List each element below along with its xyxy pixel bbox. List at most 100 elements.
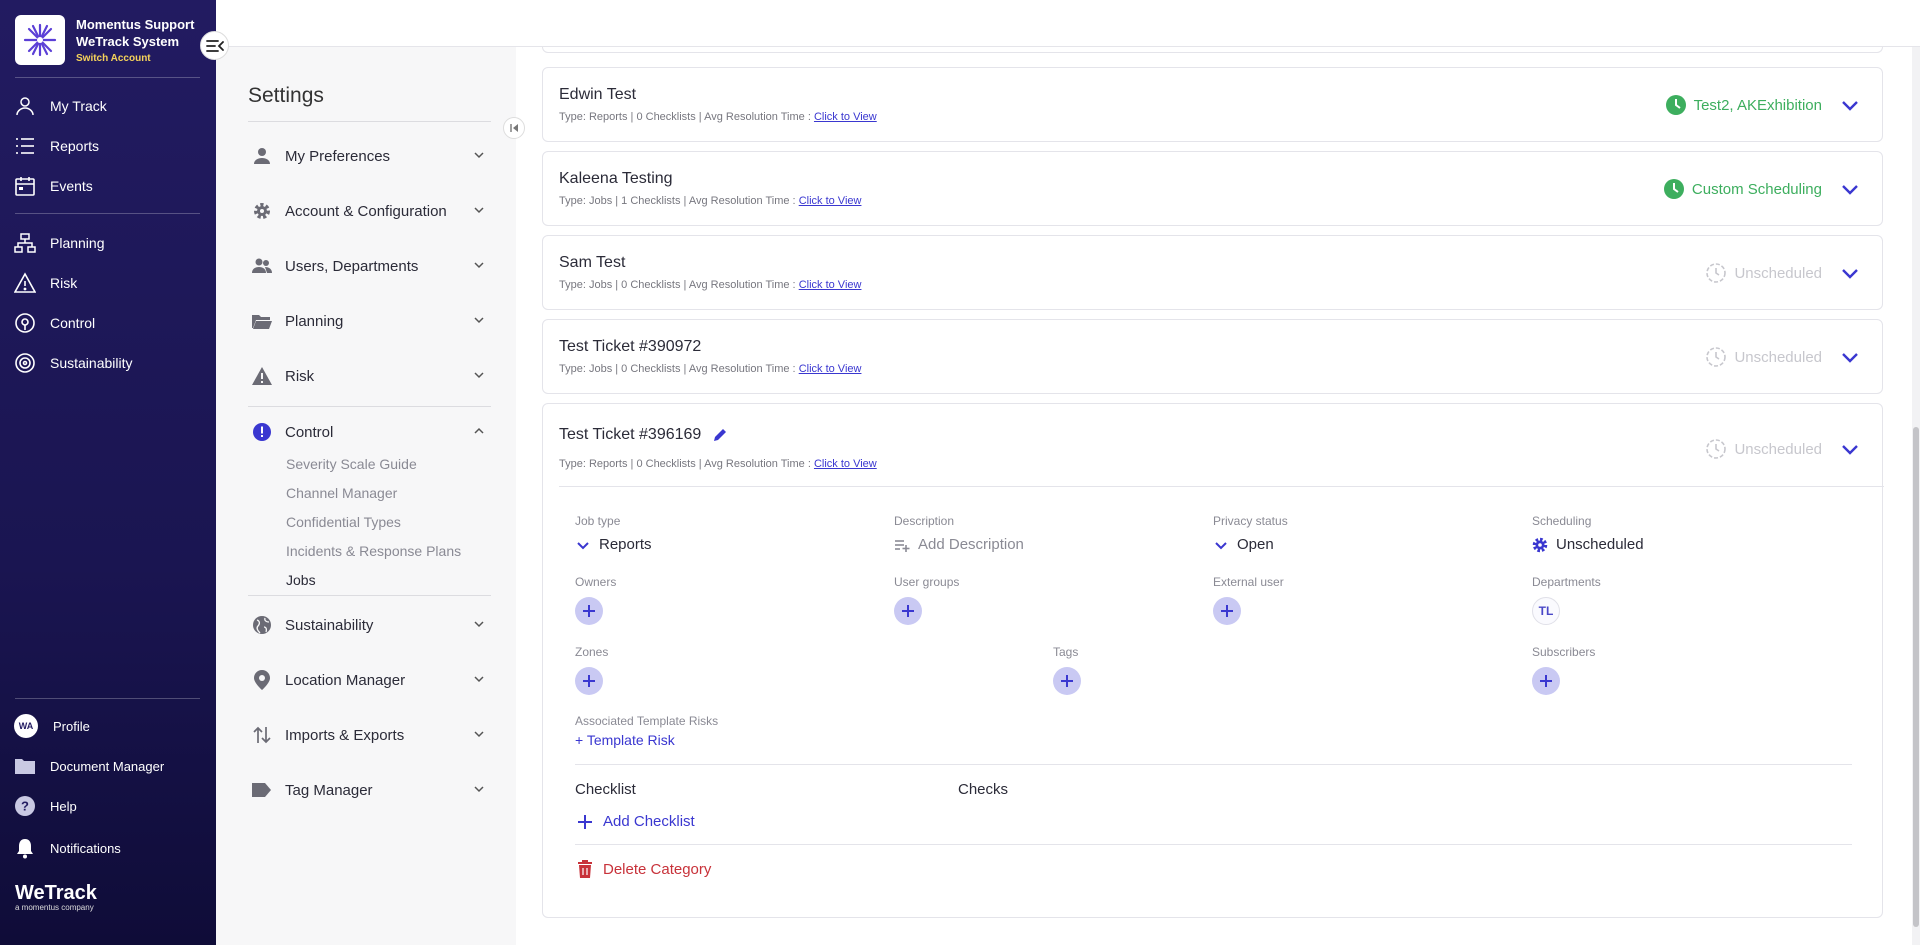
delete-category-button[interactable]: Delete Category	[577, 860, 711, 878]
nav-control[interactable]: Control	[14, 309, 95, 337]
scrollbar-thumb[interactable]	[1913, 427, 1919, 927]
settings-section-users-departments[interactable]: Users, Departments	[252, 252, 486, 280]
nav-label: Help	[50, 798, 77, 814]
folder-icon	[15, 759, 35, 774]
jobs-list: Edwin Test Type: Reports | 0 Checklists …	[516, 37, 1920, 945]
section-label: Sustainability	[285, 616, 374, 634]
nav-reports[interactable]: Reports	[14, 132, 99, 160]
settings-section-planning[interactable]: Planning	[252, 307, 486, 335]
account-name: Momentus Support	[76, 17, 195, 32]
nav-my-track[interactable]: My Track	[14, 92, 107, 120]
settings-section-control[interactable]: Control	[252, 418, 486, 446]
job-card-expanded: Test Ticket #396169 Type: Reports | 0 Ch…	[542, 403, 1884, 918]
nav-planning[interactable]: Planning	[14, 229, 105, 257]
template-risks-label: Associated Template Risks	[575, 714, 719, 728]
collapse-settings-button[interactable]	[503, 117, 525, 139]
settings-section-imports-exports[interactable]: Imports & Exports	[252, 721, 486, 749]
nav-notifications[interactable]: Notifications	[14, 834, 121, 862]
settings-section-location-manager[interactable]: Location Manager	[252, 666, 486, 694]
subnav-confidential-types[interactable]: Confidential Types	[286, 514, 401, 530]
job-card[interactable]: Kaleena Testing Type: Jobs | 1 Checklist…	[542, 151, 1883, 226]
chevron-down-icon	[474, 152, 484, 159]
nav-profile[interactable]: WA Profile	[14, 712, 90, 740]
edit-pencil-icon[interactable]	[713, 428, 727, 442]
nav-events[interactable]: Events	[14, 172, 93, 200]
job-meta: Type: Reports | 0 Checklists | Avg Resol…	[559, 111, 877, 123]
subnav-jobs[interactable]: Jobs	[286, 572, 316, 588]
chevron-down-icon[interactable]	[1840, 439, 1860, 459]
description-field[interactable]: Add Description	[894, 536, 1024, 553]
brand-logo[interactable]	[15, 15, 65, 65]
nav-label: Notifications	[50, 840, 121, 856]
subnav-channel-manager[interactable]: Channel Manager	[286, 485, 397, 501]
logo-subtext: a momentus company	[15, 903, 94, 912]
nav-divider	[15, 77, 200, 78]
nav-label: My Track	[50, 98, 107, 114]
add-notes-icon	[895, 539, 910, 552]
click-to-view-link[interactable]: Click to View	[799, 195, 862, 207]
collapse-left-icon	[510, 124, 518, 132]
plus-icon	[583, 605, 595, 617]
add-external-user-button[interactable]	[1213, 597, 1241, 625]
privacy-status-label: Privacy status	[1213, 514, 1288, 528]
click-to-view-link[interactable]: Click to View	[799, 279, 862, 291]
main-scrollbar[interactable]	[1912, 47, 1920, 945]
gear-icon	[254, 203, 270, 219]
nav-sustainability[interactable]: Sustainability	[14, 349, 133, 377]
list-icon	[16, 138, 34, 154]
job-card[interactable]: Edwin Test Type: Reports | 0 Checklists …	[542, 67, 1883, 142]
bell-icon	[17, 839, 33, 859]
add-user-group-button[interactable]	[894, 597, 922, 625]
chevron-up-icon	[474, 427, 484, 434]
chevron-down-icon[interactable]	[1840, 179, 1860, 199]
collapse-nav-button[interactable]	[200, 31, 229, 60]
scheduling-setting[interactable]: Unscheduled	[1532, 536, 1644, 553]
settings-section-tag-manager[interactable]: Tag Manager	[252, 776, 486, 804]
nav-label: Control	[50, 315, 96, 331]
job-meta: Type: Jobs | 0 Checklists | Avg Resoluti…	[559, 363, 861, 375]
add-template-risk-link[interactable]: + Template Risk	[575, 732, 675, 748]
settings-panel: Settings My Preferences Account & Config…	[216, 0, 516, 945]
chevron-down-icon[interactable]	[1840, 347, 1860, 367]
job-card[interactable]: Test Ticket #390972 Type: Jobs | 0 Check…	[542, 319, 1883, 394]
settings-section-my-preferences[interactable]: My Preferences	[252, 142, 486, 170]
chevron-down-icon[interactable]	[1840, 95, 1860, 115]
department-avatar[interactable]: TL	[1532, 597, 1560, 625]
job-meta-text: Type: Reports | 0 Checklists | Avg Resol…	[559, 111, 811, 123]
job-title: Kaleena Testing	[559, 170, 673, 187]
wetrack-logo: WeTrack a momentus company	[15, 882, 97, 912]
schedule-status: Unscheduled	[1706, 263, 1822, 283]
job-card[interactable]: Sam Test Type: Jobs | 0 Checklists | Avg…	[542, 235, 1883, 310]
settings-section-risk[interactable]: Risk	[252, 362, 486, 390]
click-to-view-link[interactable]: Click to View	[814, 111, 877, 123]
nav-risk[interactable]: Risk	[14, 269, 77, 297]
chevron-down-icon	[474, 786, 484, 793]
add-tag-button[interactable]	[1053, 667, 1081, 695]
job-type-label: Job type	[575, 514, 621, 528]
subnav-incidents-response-plans[interactable]: Incidents & Response Plans	[286, 543, 461, 559]
settings-section-sustainability[interactable]: Sustainability	[252, 611, 486, 639]
privacy-status-dropdown[interactable]: Open	[1213, 536, 1274, 553]
job-type-dropdown[interactable]: Reports	[575, 536, 652, 553]
click-to-view-link[interactable]: Click to View	[799, 363, 862, 375]
nav-divider	[15, 213, 200, 214]
add-subscriber-button[interactable]	[1532, 667, 1560, 695]
warning-icon	[252, 367, 272, 385]
nav-document-manager[interactable]: Document Manager	[14, 752, 164, 780]
nav-label: Document Manager	[50, 758, 165, 774]
switch-account-link[interactable]: Switch Account	[76, 50, 194, 67]
warning-icon	[14, 272, 36, 293]
add-checklist-button[interactable]: Add Checklist	[577, 813, 695, 830]
settings-section-account-configuration[interactable]: Account & Configuration	[252, 197, 486, 225]
trash-icon	[578, 860, 592, 878]
chevron-down-icon[interactable]	[1840, 263, 1860, 283]
nav-help[interactable]: ? Help	[14, 792, 77, 820]
main-nav: Momentus Support WeTrack System Switch A…	[0, 0, 229, 945]
schedule-label: Test2, AKExhibition	[1693, 96, 1822, 114]
nav-label: Sustainability	[50, 355, 133, 371]
add-owner-button[interactable]	[575, 597, 603, 625]
chevron-down-icon	[474, 372, 484, 379]
click-to-view-link[interactable]: Click to View	[814, 458, 877, 470]
add-zone-button[interactable]	[575, 667, 603, 695]
subnav-severity-scale-guide[interactable]: Severity Scale Guide	[286, 456, 417, 472]
